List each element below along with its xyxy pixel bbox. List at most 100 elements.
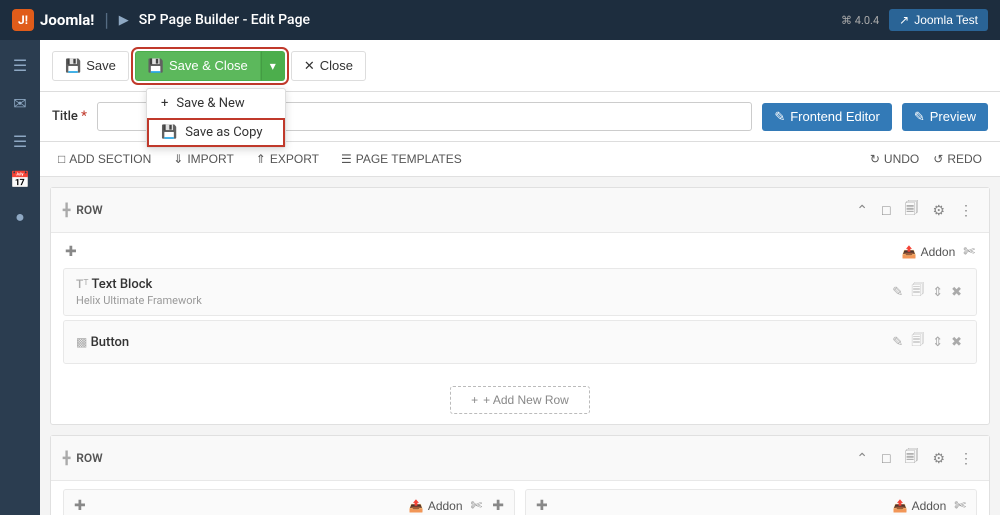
sidebar-icon-mail[interactable]: ✉ <box>5 88 35 118</box>
btn-edit-btn[interactable]: ✎ <box>890 332 905 352</box>
row-settings-btn-1[interactable]: ⚙ <box>928 200 949 221</box>
left-col: ✚ 📤 Addon ✄ ✚ ☍ Imag <box>63 489 515 515</box>
title-label: Title * <box>52 109 87 124</box>
left-sidebar: ☰ ✉ ☰ 📅 ● <box>0 40 40 515</box>
text-copy-btn[interactable]: 🗐 <box>909 279 926 305</box>
builder-area: □ ADD SECTION ⇓ IMPORT ⇑ EXPORT ☰ PAGE T… <box>40 142 1000 515</box>
builder-toolbar-right: ↻ UNDO ↺ REDO <box>866 150 986 168</box>
undo-button[interactable]: ↻ UNDO <box>866 150 923 168</box>
sidebar-icon-settings[interactable]: ● <box>5 202 35 232</box>
left-add-col-btn[interactable]: ✚ <box>490 495 506 515</box>
two-col-area: ✚ 📤 Addon ✄ ✚ ☍ Imag <box>51 481 989 515</box>
right-scissors-btn[interactable]: ✄ <box>952 495 968 515</box>
text-block-title: Tᵀ Text Block <box>76 277 202 292</box>
save-close-icon: 💾 <box>148 58 164 74</box>
save-copy-item[interactable]: 💾 Save as Copy <box>147 118 285 147</box>
divider-icon: | <box>104 10 108 31</box>
text-block-subtitle: Helix Ultimate Framework <box>76 294 202 307</box>
row-collapse-btn-2[interactable]: ⌃ <box>852 448 872 469</box>
row-actions-2: ⌃ □ 🗐 ⚙ ⋮ <box>852 444 977 472</box>
upload-icon: 📤 <box>902 245 917 259</box>
logo-text: Joomla! <box>40 11 94 29</box>
plus-icon: + <box>471 393 478 407</box>
row-title-2: ╋ ROW <box>63 451 103 465</box>
text-edit-btn[interactable]: ✎ <box>890 282 905 302</box>
sidebar-icon-menu[interactable]: ☰ <box>5 50 35 80</box>
row-grid-btn-2[interactable]: □ <box>878 448 894 468</box>
sidebar-icon-calendar[interactable]: 📅 <box>5 164 35 194</box>
row-copy-btn-1[interactable]: 🗐 <box>900 196 922 224</box>
export-button[interactable]: ⇑ EXPORT <box>252 150 323 168</box>
row-more-btn-2[interactable]: ⋮ <box>955 448 977 469</box>
save-button[interactable]: 💾 Save <box>52 51 129 81</box>
upload-icon-3: 📤 <box>893 499 908 513</box>
upload-icon-2: 📤 <box>409 499 424 513</box>
copy-icon: 💾 <box>161 125 177 140</box>
row-more-btn-1[interactable]: ⋮ <box>955 200 977 221</box>
button-block-title: ▩ Button <box>76 335 129 350</box>
joomla-logo: J! Joomla! <box>12 9 94 31</box>
col-add-btn-1[interactable]: ✚ <box>63 241 79 262</box>
right-col: ✚ 📤 Addon ✄ Text Block Why Helix U <box>525 489 977 515</box>
btn-delete-btn[interactable]: ✖ <box>949 332 964 352</box>
page-title: SP Page Builder - Edit Page <box>139 12 310 28</box>
add-new-row-button[interactable]: + + Add New Row <box>450 386 590 414</box>
sidebar-icon-list[interactable]: ☰ <box>5 126 35 156</box>
redo-button[interactable]: ↺ REDO <box>929 150 986 168</box>
row-settings-btn-2[interactable]: ⚙ <box>928 448 949 469</box>
row-grid-btn-1[interactable]: □ <box>878 200 894 220</box>
preview-button[interactable]: ✎ Preview <box>902 103 988 131</box>
builder-toolbar-left: □ ADD SECTION ⇓ IMPORT ⇑ EXPORT ☰ PAGE T… <box>54 150 466 168</box>
chevron-down-icon: ▾ <box>270 59 276 73</box>
move-icon-2: ╋ <box>63 451 70 465</box>
row-header-1: ╋ ROW ⌃ □ 🗐 ⚙ ⋮ <box>51 188 989 233</box>
button-block-item: ▩ Button ✎ 🗐 ⇕ ✖ <box>63 320 977 364</box>
page-icon: ▶ <box>119 13 129 28</box>
save-close-button[interactable]: 💾 Save & Close <box>135 51 261 81</box>
frontend-editor-button[interactable]: ✎ Frontend Editor <box>762 103 892 131</box>
import-button[interactable]: ⇓ IMPORT <box>169 150 238 168</box>
text-icon: Tᵀ <box>76 277 89 291</box>
external-link-icon: ↗ <box>899 13 909 27</box>
right-col-add-btn[interactable]: ✚ <box>534 495 550 515</box>
btn-move-btn[interactable]: ⇕ <box>930 332 945 352</box>
row-block-2: ╋ ROW ⌃ □ 🗐 ⚙ ⋮ ✚ <box>50 435 990 515</box>
text-block-info: Tᵀ Text Block Helix Ultimate Framework <box>76 277 202 307</box>
move-icon: ╋ <box>63 203 70 217</box>
left-col-toolbar: ✚ 📤 Addon ✄ ✚ <box>64 490 514 515</box>
text-move-btn[interactable]: ⇕ <box>930 282 945 302</box>
plus-icon: + <box>161 96 168 111</box>
page-templates-button[interactable]: ☰ PAGE TEMPLATES <box>337 150 466 168</box>
btn-copy-btn[interactable]: 🗐 <box>909 329 926 355</box>
row-block-1: ╋ ROW ⌃ □ 🗐 ⚙ ⋮ ✚ 📤 Addon <box>50 187 990 425</box>
addon-button-1[interactable]: 📤 Addon <box>902 245 956 259</box>
row-actions-1: ⌃ □ 🗐 ⚙ ⋮ <box>852 196 977 224</box>
required-marker: * <box>81 109 87 124</box>
left-col-tools: 📤 Addon ✄ ✚ <box>409 495 506 515</box>
text-delete-btn[interactable]: ✖ <box>949 282 964 302</box>
redo-icon: ↺ <box>933 152 943 166</box>
button-icon: ▩ <box>76 335 87 349</box>
undo-icon: ↻ <box>870 152 880 166</box>
joomla-test-button[interactable]: ↗ Joomla Test <box>889 9 988 31</box>
save-close-dropdown-button[interactable]: ▾ <box>261 51 285 81</box>
right-col-tools: 📤 Addon ✄ <box>893 495 968 515</box>
nav-right: ⌘ 4.0.4 ↗ Joomla Test <box>841 9 988 31</box>
row-collapse-btn-1[interactable]: ⌃ <box>852 200 872 221</box>
row-copy-btn-2[interactable]: 🗐 <box>900 444 922 472</box>
add-section-button[interactable]: □ ADD SECTION <box>54 150 155 168</box>
export-icon: ⇑ <box>256 152 266 166</box>
right-addon-button[interactable]: 📤 Addon <box>893 499 947 513</box>
logo-icon: J! <box>12 9 34 31</box>
col-scissors-btn-1[interactable]: ✄ <box>961 241 977 262</box>
left-col-add-btn[interactable]: ✚ <box>72 495 88 515</box>
close-button[interactable]: ✕ Close <box>291 51 366 81</box>
nav-left: J! Joomla! | ▶ SP Page Builder - Edit Pa… <box>12 9 310 31</box>
left-addon-button[interactable]: 📤 Addon <box>409 499 463 513</box>
template-icon: ☰ <box>341 152 352 166</box>
text-block-actions: ✎ 🗐 ⇕ ✖ <box>890 279 964 305</box>
save-new-item[interactable]: + Save & New <box>147 89 285 118</box>
add-new-row-container: + + Add New Row <box>51 376 989 424</box>
plus-square-icon: □ <box>58 152 65 166</box>
left-scissors-btn[interactable]: ✄ <box>469 495 485 515</box>
